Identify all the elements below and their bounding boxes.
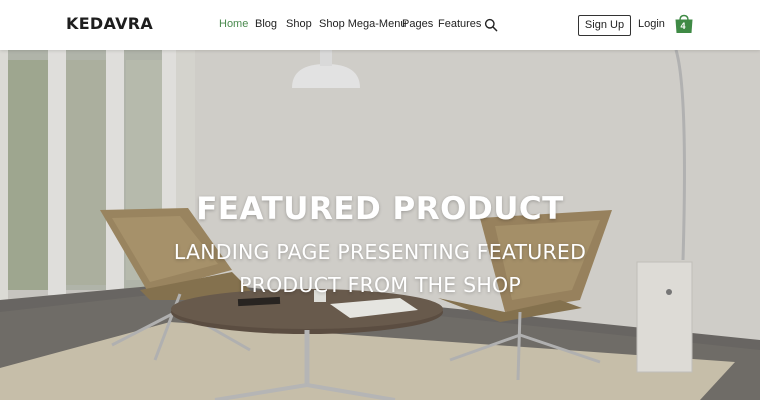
nav-item-shop-mega-menu[interactable]: Shop Mega-Menu <box>319 18 406 30</box>
hero-subtitle-line-1: LANDING PAGE PRESENTING FEATURED <box>173 240 587 264</box>
nav-item-home[interactable]: Home <box>219 18 248 30</box>
hero-banner: FEATURED PRODUCT LANDING PAGE PRESENTING… <box>0 50 760 400</box>
hero-subtitle: LANDING PAGE PRESENTING FEATURED PRODUCT… <box>0 236 760 302</box>
cart-count-badge: 4 <box>680 21 686 31</box>
sign-up-button[interactable]: Sign Up <box>578 15 631 36</box>
login-link[interactable]: Login <box>638 18 665 30</box>
site-header: KEDAVRA Home Blog Shop Shop Mega-Menu Pa… <box>0 0 760 50</box>
hero-title: FEATURED PRODUCT <box>196 191 564 227</box>
nav-item-pages[interactable]: Pages <box>402 18 433 30</box>
search-icon[interactable] <box>484 18 498 32</box>
cart-button[interactable]: 4 <box>673 13 695 35</box>
hero-subtitle-line-2: PRODUCT FROM THE SHOP <box>239 273 521 297</box>
nav-item-blog[interactable]: Blog <box>255 18 277 30</box>
nav-item-features[interactable]: Features <box>438 18 481 30</box>
site-logo[interactable]: KEDAVRA <box>66 14 153 33</box>
nav-item-shop[interactable]: Shop <box>286 18 312 30</box>
